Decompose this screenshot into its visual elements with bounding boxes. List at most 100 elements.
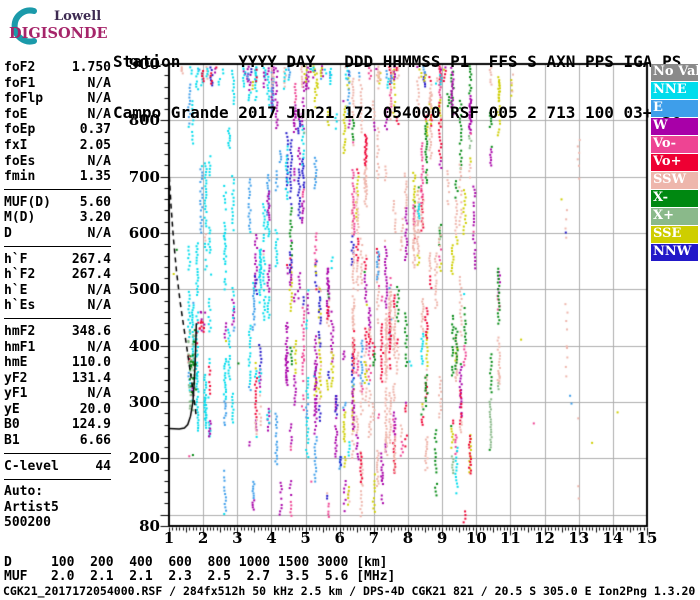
param-row-fxi: fxI 2.05 [4, 138, 111, 154]
param-row-fmin: fmin 1.35 [4, 169, 111, 185]
legend-item-noval: No Val [651, 64, 698, 81]
x-tick-label: 13 [568, 529, 590, 547]
y-tick-label: 600 [128, 224, 160, 243]
param-value: 1.750 [71, 60, 111, 75]
legend-item-sse: SSE [651, 226, 698, 243]
param-row-d: D N/A [4, 226, 111, 242]
header-column-titles: Station YYYY DAY DDD HHMMSS P1 FFS S AXN… [113, 52, 682, 71]
param-value: 124.9 [71, 417, 111, 433]
param-row-clevel: C-level 44 [4, 459, 111, 475]
param-value: N/A [87, 282, 111, 298]
param-row-fof1: foF1 N/A [4, 76, 111, 92]
param-value: 267.4 [71, 267, 111, 283]
param-label: yE [4, 401, 20, 417]
param-label: h`F [4, 251, 28, 267]
param-value: 20.0 [79, 401, 111, 417]
x-tick-label: 15 [636, 529, 658, 547]
param-label: fmin [4, 169, 36, 185]
muf-row: MUF 2.0 2.1 2.1 2.3 2.5 2.7 3.5 5.6 [MHz… [4, 569, 396, 584]
param-row-b0: B0 124.9 [4, 417, 111, 433]
param-row-yf1: yF1 N/A [4, 386, 111, 402]
legend-item-ssw: SSW [651, 172, 698, 189]
param-label: yF1 [4, 386, 28, 402]
param-value: N/A [87, 75, 111, 91]
param-value: 131.4 [71, 370, 111, 386]
param-label: h`Es [4, 298, 36, 314]
legend-item-x+: X+ [651, 208, 698, 225]
param-row-foep: foEp 0.37 [4, 122, 111, 138]
param-row-hmf1: hmF1 N/A [4, 340, 111, 356]
x-tick-label: 9 [436, 529, 448, 547]
y-tick-label: 300 [128, 393, 160, 412]
legend-item-nnw: NNW [651, 244, 698, 261]
param-value: 1.35 [79, 169, 111, 185]
param-value: 5.60 [79, 194, 111, 210]
param-label: MUF(D) [4, 194, 51, 210]
x-tick-label: 3 [232, 529, 243, 547]
y-tick-label: 400 [128, 336, 160, 355]
param-row-hme: hmE 110.0 [4, 355, 111, 371]
param-label: fxI [4, 137, 28, 153]
separator-line [4, 478, 111, 480]
param-value: 267.4 [71, 251, 111, 267]
param-label: h`F2 [4, 267, 36, 283]
param-value: 3.20 [79, 210, 111, 226]
param-row-ye: yE 20.0 [4, 402, 111, 418]
param-label: foE [4, 106, 28, 122]
param-value: 6.66 [79, 433, 111, 449]
param-value: N/A [87, 91, 111, 107]
parameter-panel: foF2 1.750 foF1 N/A foFlp N/A foE N/A foEp 0.37 fx… [4, 60, 111, 531]
param-value: 2.05 [79, 137, 111, 153]
param-value: N/A [87, 106, 111, 122]
param-label: foFlp [4, 91, 44, 107]
y-tick-label: 700 [128, 167, 160, 186]
param-label: B1 [4, 433, 20, 449]
param-label: hmF2 [4, 323, 36, 339]
param-label: foF2 [4, 60, 36, 75]
param-label: foEs [4, 153, 36, 169]
param-value: 44 [95, 458, 111, 474]
param-row-mufd: MUF(D) 5.60 [4, 195, 111, 211]
file-info-line: CGK21_2017172054000.RSF / 284fx512h 50 k… [3, 584, 696, 598]
legend-item-x-: X- [651, 190, 698, 207]
x-tick-label: 2 [197, 529, 209, 547]
x-tick-label: 4 [266, 529, 277, 547]
y-tick-label: 500 [128, 280, 160, 299]
separator-line [4, 318, 111, 320]
station-header: Station YYYY DAY DDD HHMMSS P1 FFS S AXN… [113, 19, 681, 138]
param-value: 110.0 [71, 355, 111, 371]
x-tick-label: 5 [300, 529, 311, 547]
param-label: foF1 [4, 75, 36, 91]
legend-item-vo-: Vo- [651, 136, 698, 153]
param-value: N/A [87, 339, 111, 355]
param-row-fof2: foF2 1.750 [4, 60, 111, 76]
param-value: N/A [87, 298, 111, 314]
param-label: yF2 [4, 370, 28, 386]
x-tick-label: 11 [499, 529, 521, 547]
param-label: hmF1 [4, 339, 36, 355]
autoscaling-info: 500200 [4, 515, 51, 531]
legend-item-w: W [651, 118, 698, 135]
y-tick-label: 200 [128, 449, 160, 468]
legend-item-nne: NNE [651, 82, 698, 99]
logo-digisonde-text: DIGISONDE [9, 25, 108, 42]
legend-item-vo+: Vo+ [651, 154, 698, 171]
param-row-hf: h`F 267.4 [4, 252, 111, 268]
x-tick-label: 6 [334, 529, 345, 547]
param-label: hmE [4, 355, 28, 371]
param-row-hf2: h`F2 267.4 [4, 267, 111, 283]
lowell-digisonde-logo: Lowell DIGISONDE [2, 3, 114, 47]
param-label: h`E [4, 282, 28, 298]
separator-line [4, 246, 111, 248]
param-label: M(D) [4, 210, 36, 226]
param-value: N/A [87, 153, 111, 169]
autoscaling-info: Artist5 [4, 499, 59, 515]
param-label: D [4, 225, 12, 241]
x-tick-label: 10 [465, 529, 487, 547]
param-row-hes: h`Es N/A [4, 298, 111, 314]
distance-row: D 100 200 400 600 800 1000 1500 3000 [km… [4, 555, 388, 570]
param-value: N/A [87, 386, 111, 402]
header-values: Campo Grande 2017 Jun21 172 054000 RSF 0… [113, 103, 682, 122]
param-label: C-level [4, 458, 59, 474]
param-value: 0.37 [79, 122, 111, 138]
